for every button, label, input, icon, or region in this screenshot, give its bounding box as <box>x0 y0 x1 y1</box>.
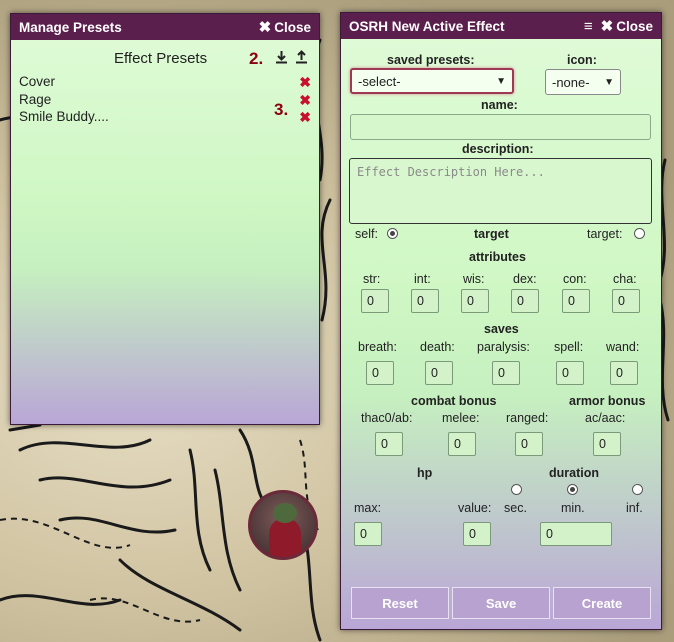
manage-presets-window: Manage Presets ✖ Close Effect Presets Co… <box>10 13 320 425</box>
annotation-3: 3. <box>274 100 289 119</box>
save-wand-input[interactable]: 0 <box>610 361 638 385</box>
active-effect-titlebar[interactable]: OSRH New Active Effect ≡ ✖ Close <box>341 13 661 39</box>
combat-thac0-input[interactable]: 0 <box>375 432 403 456</box>
upload-icon[interactable] <box>295 50 308 67</box>
manage-presets-close-button[interactable]: ✖ Close <box>259 20 311 35</box>
saved-presets-select[interactable]: -select- ▼ <box>350 68 514 94</box>
hp-max-input[interactable]: 0 <box>354 522 382 546</box>
attributes-heading: attributes <box>469 250 526 264</box>
armor-bonus-heading: armor bonus <box>569 394 646 408</box>
self-radio[interactable] <box>387 228 398 239</box>
combat-bonus-heading: combat bonus <box>411 394 497 408</box>
active-effect-window: OSRH New Active Effect ≡ ✖ Close saved p… <box>340 12 662 630</box>
name-label: name: <box>481 98 518 112</box>
attr-str-input[interactable]: 0 <box>361 289 389 313</box>
save-paralysis-label: paralysis: <box>477 340 530 354</box>
name-input[interactable] <box>350 114 651 140</box>
active-effect-close-button[interactable]: ✖ Close <box>601 19 653 34</box>
attr-int-input[interactable]: 0 <box>411 289 439 313</box>
delete-preset-cover-icon[interactable]: ✖ <box>299 74 311 91</box>
icon-select[interactable]: -none- ▼ <box>545 69 621 95</box>
saved-presets-value: -select- <box>358 73 401 89</box>
preset-item-rage[interactable]: Rage <box>19 92 51 107</box>
duration-inf-radio[interactable] <box>632 484 643 495</box>
target-label: target: <box>587 227 623 241</box>
save-breath-label: breath: <box>358 340 397 354</box>
save-death-input[interactable]: 0 <box>425 361 453 385</box>
icon-value: -none- <box>552 74 590 90</box>
close-label: Close <box>616 18 653 34</box>
target-heading: target <box>474 227 509 241</box>
save-spell-label: spell: <box>554 340 584 354</box>
save-paralysis-input[interactable]: 0 <box>492 361 520 385</box>
preset-item-cover[interactable]: Cover <box>19 74 55 89</box>
attr-con-input[interactable]: 0 <box>562 289 590 313</box>
hp-value-label: value: <box>458 501 492 515</box>
manage-presets-title: Manage Presets <box>19 19 122 35</box>
effect-presets-heading: Effect Presets <box>114 50 208 67</box>
save-wand-label: wand: <box>606 340 640 354</box>
chevron-down-icon: ▼ <box>604 76 614 88</box>
attr-int-label: int: <box>414 272 431 286</box>
combat-ranged-input[interactable]: 0 <box>515 432 543 456</box>
annotation-2: 2. <box>249 49 264 68</box>
attr-dex-label: dex: <box>513 272 537 286</box>
manage-presets-titlebar[interactable]: Manage Presets ✖ Close <box>11 14 319 40</box>
close-label: Close <box>274 19 311 35</box>
armor-ac-input[interactable]: 0 <box>593 432 621 456</box>
close-icon: ✖ <box>258 18 272 36</box>
attr-con-label: con: <box>563 272 587 286</box>
combat-melee-input[interactable]: 0 <box>448 432 476 456</box>
save-spell-input[interactable]: 0 <box>556 361 584 385</box>
combat-thac0-label: thac0/ab: <box>361 411 413 425</box>
active-effect-title: OSRH New Active Effect <box>349 18 505 34</box>
duration-min-label: min. <box>561 501 585 515</box>
duration-sec-label: sec. <box>504 501 527 515</box>
token-avatar[interactable] <box>248 490 318 560</box>
saved-presets-label: saved presets: <box>387 53 475 67</box>
hp-value-input[interactable]: 0 <box>463 522 491 546</box>
preset-item-smile-buddy[interactable]: Smile Buddy.... <box>19 109 109 124</box>
reset-button[interactable]: Reset <box>351 587 449 619</box>
download-icon[interactable] <box>275 50 288 67</box>
save-button[interactable]: Save <box>452 587 550 619</box>
presets-header: Effect Presets <box>11 40 319 70</box>
description-placeholder: Effect Description Here... <box>357 165 545 179</box>
armor-ac-label: ac/aac: <box>585 411 626 425</box>
attr-wis-input[interactable]: 0 <box>461 289 489 313</box>
menu-icon[interactable]: ≡ <box>584 18 593 35</box>
description-label: description: <box>462 142 534 156</box>
target-radio[interactable] <box>634 228 645 239</box>
attr-str-label: str: <box>363 272 381 286</box>
delete-preset-smile-buddy-icon[interactable]: ✖ <box>299 109 311 126</box>
attr-wis-label: wis: <box>463 272 485 286</box>
icon-label: icon: <box>567 53 597 67</box>
duration-inf-label: inf. <box>626 501 643 515</box>
duration-input[interactable]: 0 <box>540 522 612 546</box>
create-button[interactable]: Create <box>553 587 651 619</box>
delete-preset-rage-icon[interactable]: ✖ <box>299 92 311 109</box>
combat-melee-label: melee: <box>442 411 480 425</box>
duration-sec-radio[interactable] <box>511 484 522 495</box>
attr-cha-input[interactable]: 0 <box>612 289 640 313</box>
duration-heading: duration <box>549 466 599 480</box>
close-icon: ✖ <box>600 17 614 35</box>
attr-cha-label: cha: <box>613 272 637 286</box>
hp-heading: hp <box>417 466 433 480</box>
description-textarea[interactable]: Effect Description Here... <box>349 158 652 224</box>
save-breath-input[interactable]: 0 <box>366 361 394 385</box>
combat-ranged-label: ranged: <box>506 411 549 425</box>
hp-max-label: max: <box>354 501 382 515</box>
save-death-label: death: <box>420 340 455 354</box>
saves-heading: saves <box>484 322 519 336</box>
chevron-down-icon: ▼ <box>496 75 506 87</box>
duration-min-radio[interactable] <box>567 484 578 495</box>
self-label: self: <box>355 227 378 241</box>
attr-dex-input[interactable]: 0 <box>511 289 539 313</box>
